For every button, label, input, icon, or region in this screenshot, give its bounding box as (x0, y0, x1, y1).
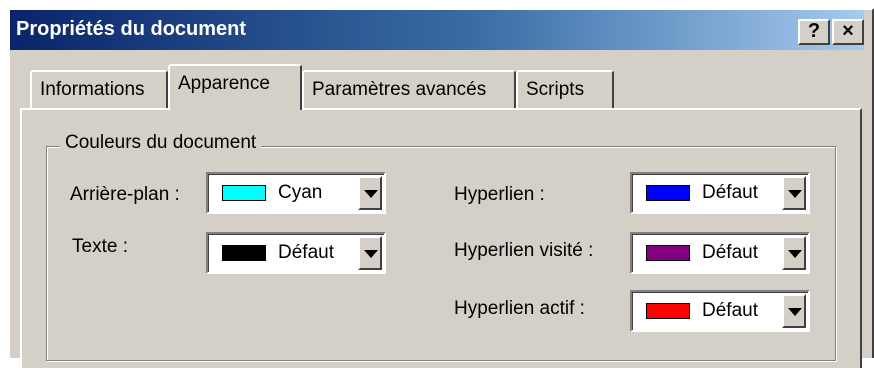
visited-link-dropdown-button[interactable] (782, 236, 806, 270)
title-bar: Propriétés du document ? × (10, 10, 864, 50)
visited-link-label: Hyperlien visité : (454, 240, 594, 261)
dialog-title: Propriétés du document (16, 18, 247, 40)
tab-apparence[interactable]: Apparence (168, 64, 302, 110)
background-dropdown-button[interactable] (358, 176, 382, 210)
text-label: Texte : (72, 236, 128, 257)
link-dropdown-button[interactable] (782, 176, 806, 210)
link-color-value: Défaut (702, 182, 758, 203)
visited-link-color-swatch (646, 245, 690, 261)
chevron-down-icon (788, 308, 802, 316)
link-color-select[interactable]: Défaut (630, 172, 810, 214)
text-color-select[interactable]: Défaut (206, 232, 386, 274)
text-color-value: Défaut (278, 242, 334, 263)
tab-informations[interactable]: Informations (30, 70, 168, 108)
active-link-label: Hyperlien actif : (454, 298, 585, 319)
tab-scripts[interactable]: Scripts (516, 70, 614, 108)
group-legend: Couleurs du document (60, 132, 262, 154)
active-link-dropdown-button[interactable] (782, 294, 806, 328)
active-link-color-value: Défaut (702, 300, 758, 321)
background-color-swatch (222, 185, 266, 201)
visited-link-color-select[interactable]: Défaut (630, 232, 810, 274)
background-label: Arrière-plan : (70, 184, 180, 205)
link-label: Hyperlien : (454, 184, 545, 205)
chevron-down-icon (788, 190, 802, 198)
chevron-down-icon (364, 190, 378, 198)
tab-parametres-avances[interactable]: Paramètres avancés (302, 70, 516, 108)
chevron-down-icon (788, 250, 802, 258)
text-dropdown-button[interactable] (358, 236, 382, 270)
active-link-color-select[interactable]: Défaut (630, 290, 810, 332)
visited-link-color-value: Défaut (702, 242, 758, 263)
background-color-value: Cyan (278, 182, 323, 203)
help-button[interactable]: ? (798, 19, 830, 45)
active-link-color-swatch (646, 303, 690, 319)
link-color-swatch (646, 185, 690, 201)
background-color-select[interactable]: Cyan (206, 172, 386, 214)
close-button[interactable]: × (832, 19, 864, 45)
chevron-down-icon (364, 250, 378, 258)
text-color-swatch (222, 245, 266, 261)
